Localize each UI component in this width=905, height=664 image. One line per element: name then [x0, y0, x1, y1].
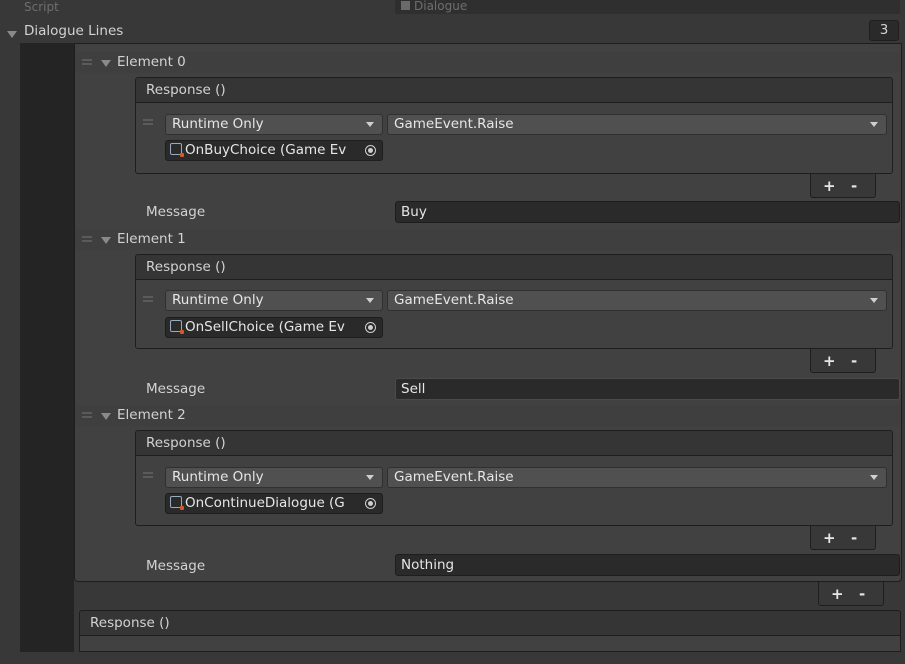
object-picker-icon[interactable] — [365, 322, 376, 333]
element-1-response-label: Response () — [146, 259, 226, 275]
object-picker-icon[interactable] — [365, 498, 376, 509]
element-2-title: Element 2 — [117, 407, 186, 423]
game-event-asset-icon — [170, 496, 184, 510]
element-0-response-label: Response () — [146, 82, 226, 98]
object-label: OnContinueDialogue (G — [185, 495, 345, 511]
runtime-mode-label: Runtime Only — [172, 469, 264, 485]
game-event-asset-icon — [170, 143, 184, 157]
drag-handle-icon[interactable] — [143, 472, 153, 478]
element-2-add-remove: + - — [810, 526, 876, 550]
dropdown-caret-icon — [870, 298, 878, 303]
element-2-object-field[interactable]: OnContinueDialogue (G — [165, 493, 383, 514]
element-1-title: Element 1 — [117, 231, 186, 247]
element-1-add-remove: + - — [810, 349, 876, 373]
dropdown-caret-icon — [366, 475, 374, 480]
dropdown-caret-icon — [366, 298, 374, 303]
dialogue-lines-size-field[interactable]: 3 — [869, 20, 899, 41]
runtime-mode-label: Runtime Only — [172, 292, 264, 308]
response-bottom-header — [79, 610, 901, 636]
element-2-foldout-icon[interactable] — [101, 413, 111, 420]
element-0-add-remove: + - — [810, 174, 876, 198]
drag-handle-icon[interactable] — [82, 59, 92, 65]
element-0-message-field[interactable]: Buy — [395, 201, 900, 223]
element-1-runtime-dropdown[interactable]: Runtime Only — [165, 290, 383, 311]
element-0-foldout-icon[interactable] — [101, 60, 111, 67]
function-label: GameEvent.Raise — [394, 292, 514, 308]
drag-handle-icon[interactable] — [143, 119, 153, 125]
element-2-response-label: Response () — [146, 435, 226, 451]
dropdown-caret-icon — [870, 475, 878, 480]
element-1-message-field[interactable]: Sell — [395, 378, 900, 400]
add-listener-button[interactable]: + — [823, 177, 836, 195]
runtime-mode-label: Runtime Only — [172, 116, 264, 132]
dropdown-caret-icon — [366, 122, 374, 127]
list-gutter — [20, 43, 74, 655]
script-label: Script — [24, 0, 59, 14]
add-element-button[interactable]: + — [831, 585, 844, 603]
game-event-asset-icon — [170, 320, 184, 334]
element-2-header[interactable] — [75, 405, 901, 426]
element-2-response-header — [135, 430, 893, 456]
list-add-remove: + - — [818, 582, 884, 606]
element-1-response-header — [135, 254, 893, 280]
element-0-response-header — [135, 77, 893, 103]
element-2-message-field[interactable]: Nothing — [395, 554, 900, 576]
element-0-title: Element 0 — [117, 54, 186, 70]
remove-listener-button[interactable]: - — [851, 177, 857, 195]
element-0-message-label: Message — [146, 204, 206, 220]
element-2-message-label: Message — [146, 558, 206, 574]
remove-element-button[interactable]: - — [859, 585, 865, 603]
element-0-header[interactable] — [75, 52, 901, 73]
function-label: GameEvent.Raise — [394, 469, 514, 485]
script-asset-icon — [401, 1, 410, 10]
element-1-function-dropdown[interactable]: GameEvent.Raise — [387, 290, 887, 311]
object-picker-icon[interactable] — [365, 145, 376, 156]
script-value: Dialogue — [414, 0, 468, 13]
response-bottom-label: Response () — [90, 615, 170, 631]
dialogue-lines-label[interactable]: Dialogue Lines — [9, 24, 123, 39]
element-0-object-field[interactable]: OnBuyChoice (Game Ev — [165, 140, 383, 161]
script-field: Dialogue — [395, 0, 900, 14]
drag-handle-icon[interactable] — [82, 236, 92, 242]
element-0-function-dropdown[interactable]: GameEvent.Raise — [387, 114, 887, 135]
add-listener-button[interactable]: + — [823, 529, 836, 547]
element-1-header[interactable] — [75, 229, 901, 250]
bottom-strip — [0, 652, 905, 664]
function-label: GameEvent.Raise — [394, 116, 514, 132]
element-1-foldout-icon[interactable] — [101, 237, 111, 244]
remove-listener-button[interactable]: - — [851, 352, 857, 370]
drag-handle-icon[interactable] — [143, 296, 153, 302]
element-0-runtime-dropdown[interactable]: Runtime Only — [165, 114, 383, 135]
object-label: OnSellChoice (Game Ev — [185, 319, 345, 335]
add-listener-button[interactable]: + — [823, 352, 836, 370]
element-2-runtime-dropdown[interactable]: Runtime Only — [165, 467, 383, 488]
element-1-message-label: Message — [146, 381, 206, 397]
dropdown-caret-icon — [870, 122, 878, 127]
element-2-function-dropdown[interactable]: GameEvent.Raise — [387, 467, 887, 488]
remove-listener-button[interactable]: - — [851, 529, 857, 547]
response-bottom-body — [79, 636, 901, 652]
drag-handle-icon[interactable] — [82, 412, 92, 418]
element-1-object-field[interactable]: OnSellChoice (Game Ev — [165, 317, 383, 338]
object-label: OnBuyChoice (Game Ev — [185, 142, 347, 158]
